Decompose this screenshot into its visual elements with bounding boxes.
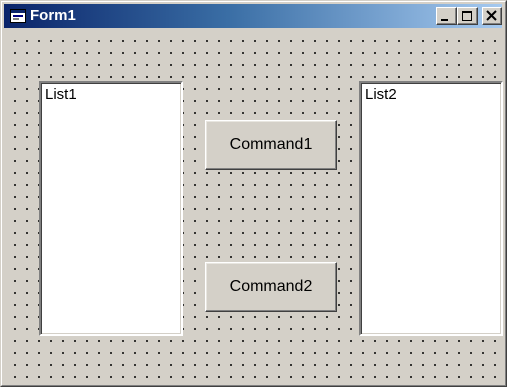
list1-listbox[interactable]: List1 — [39, 81, 183, 336]
minimize-button[interactable] — [436, 7, 457, 25]
form-window: Form1 List1 Command1 Command2 List2 — [0, 0, 507, 387]
close-icon — [486, 10, 497, 21]
command2-button[interactable]: Command2 — [205, 262, 337, 312]
maximize-button[interactable] — [457, 7, 478, 25]
form-client-area: List1 Command1 Command2 List2 — [5, 31, 503, 385]
minimize-icon — [441, 19, 448, 21]
command1-button[interactable]: Command1 — [205, 120, 337, 170]
list2-item[interactable]: List2 — [365, 86, 397, 103]
list2-listbox[interactable]: List2 — [359, 81, 503, 336]
maximize-icon — [462, 11, 472, 21]
close-button[interactable] — [482, 7, 502, 25]
list1-item[interactable]: List1 — [45, 86, 77, 103]
window-title: Form1 — [30, 7, 76, 24]
title-bar[interactable]: Form1 — [4, 4, 502, 28]
form-icon[interactable] — [10, 9, 26, 23]
